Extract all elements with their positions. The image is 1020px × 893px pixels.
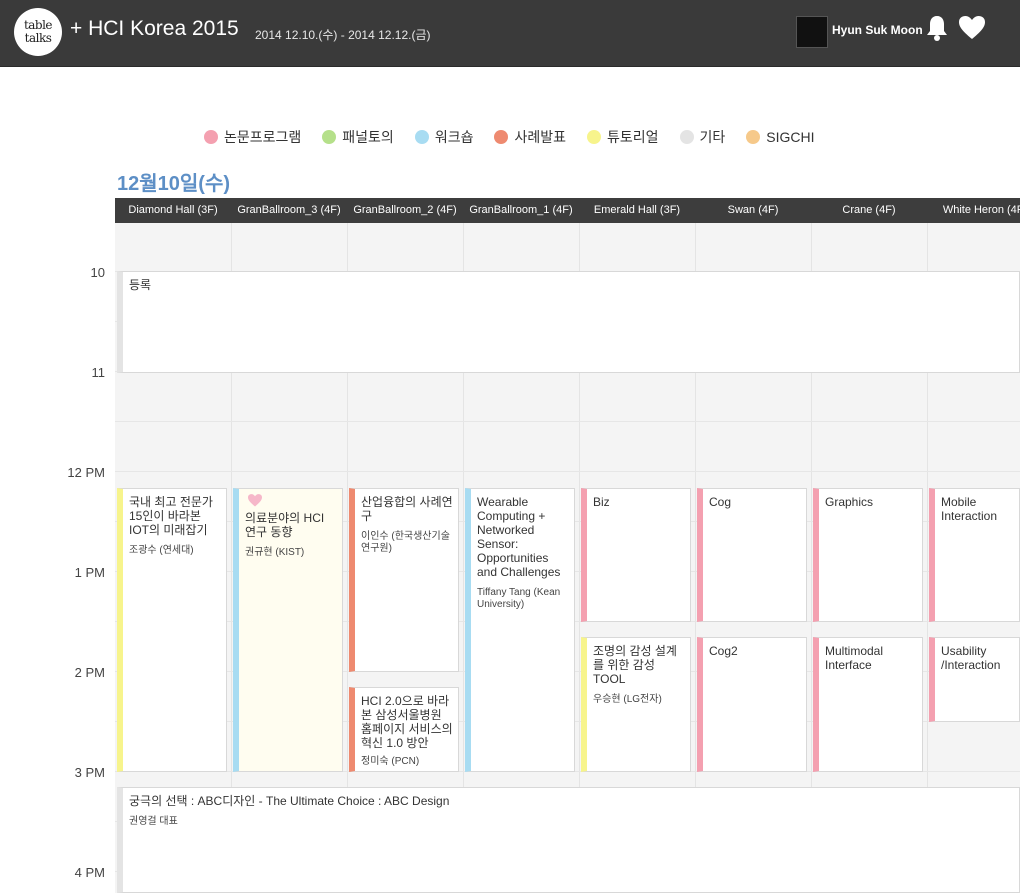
- event-samsung-hospital[interactable]: HCI 2.0으로 바라본 삼성서울병원 홈페이지 서비스의 혁신 1.0 방안…: [349, 687, 459, 772]
- avatar[interactable]: [796, 16, 828, 48]
- event-speaker: Tiffany Tang (Kean University): [477, 587, 561, 610]
- event-lighting-design[interactable]: 조명의 감성 설계를 위한 감성 TOOL 우승현 (LG전자): [581, 637, 691, 772]
- legend-item[interactable]: 사례발표: [494, 127, 566, 147]
- event-ultimate-choice-keynote[interactable]: 궁극의 선택 : ABC디자인 - The Ultimate Choice : …: [117, 787, 1020, 893]
- event-speaker: 우승현 (LG전자): [593, 694, 662, 705]
- room-column-header: Emerald Hall (3F): [593, 204, 681, 216]
- room-column-header: Swan (4F): [727, 204, 779, 216]
- event-wearable-computing[interactable]: Wearable Computing + Networked Sensor: O…: [465, 488, 575, 772]
- legend-item[interactable]: 튜토리얼: [586, 127, 659, 147]
- event-registration[interactable]: 등록: [117, 271, 1020, 373]
- event-speaker: 권규현 (KIST): [245, 547, 305, 558]
- event-biz[interactable]: Biz: [581, 488, 691, 622]
- legend-item[interactable]: 기타: [679, 127, 726, 147]
- event-title: Mobile Interaction: [941, 495, 998, 523]
- event-speaker: 이인수 (한국생산기술연구원): [361, 531, 450, 554]
- event-speaker: 권영걸 대표: [129, 816, 178, 827]
- event-title: 궁극의 선택 : ABC디자인 - The Ultimate Choice : …: [129, 794, 450, 808]
- legend-color-dot: [586, 130, 601, 144]
- username[interactable]: Hyun Suk Moon: [832, 23, 923, 37]
- app-title: + HCI Korea 2015: [70, 17, 239, 40]
- event-title: 산업융합의 사례연구: [361, 495, 453, 523]
- legend-item[interactable]: 논문프로그램: [204, 127, 301, 147]
- event-multimodal-interface[interactable]: Multimodal Interface: [813, 637, 923, 772]
- time-label: 2 PM: [74, 665, 105, 680]
- legend-color-dot: [322, 130, 337, 144]
- event-title: Wearable Computing + Networked Sensor: O…: [477, 495, 561, 579]
- room-column-header: GranBallroom_1 (4F): [469, 204, 573, 216]
- event-title: Cog: [709, 495, 732, 509]
- event-mobile-interaction[interactable]: Mobile Interaction: [929, 488, 1020, 622]
- conference-dates: 2014 12.10.(수) - 2014 12.12.(금): [255, 28, 431, 42]
- event-title: 등록: [129, 278, 152, 292]
- tabletalks-logo[interactable]: table talks: [14, 8, 62, 56]
- row-divider: [115, 421, 1020, 422]
- legend-label: 사례발표: [514, 129, 566, 145]
- event-industry-convergence[interactable]: 산업융합의 사례연구 이인수 (한국생산기술연구원): [349, 488, 459, 672]
- time-label: 1 PM: [74, 565, 105, 580]
- legend-color-dot: [414, 130, 429, 144]
- event-cog2[interactable]: Cog2: [697, 637, 807, 772]
- legend-color-dot: [494, 130, 509, 144]
- room-column-header: Crane (4F): [842, 204, 896, 216]
- favorite-heart-icon[interactable]: [247, 493, 263, 507]
- event-speaker: 정미숙 (PCN): [361, 756, 420, 767]
- bell-icon[interactable]: [924, 14, 952, 44]
- legend-label: 논문프로그램: [224, 129, 302, 145]
- event-iot-future[interactable]: 국내 최고 전문가 15인이 바라본 IOT의 미래잡기 조광수 (연세대): [117, 488, 227, 772]
- legend-label: 튜토리얼: [606, 129, 659, 145]
- event-speaker: 조광수 (연세대): [129, 545, 194, 556]
- legend-item[interactable]: 워크숍: [414, 127, 474, 147]
- logo-text-line2: talks: [24, 31, 52, 45]
- time-label: 12 PM: [67, 465, 105, 480]
- event-medical-hci[interactable]: 의료분야의 HCI 연구 동향 권규현 (KIST): [233, 488, 343, 772]
- event-usability-interaction[interactable]: Usability /Interaction: [929, 637, 1020, 722]
- event-title: HCI 2.0으로 바라본 삼성서울병원 홈페이지 서비스의 혁신 1.0 방안: [361, 694, 453, 750]
- legend-item[interactable]: 패널토의: [322, 127, 394, 147]
- event-title: 조명의 감성 설계를 위한 감성 TOOL: [593, 644, 677, 686]
- legend-label: 기타: [699, 129, 726, 145]
- heart-icon[interactable]: [958, 14, 986, 44]
- legend-color-dot: [204, 130, 218, 144]
- category-legend: 논문프로그램 패널토의 워크숍 사례발표 튜토리얼 기타 SIGCHI: [204, 127, 836, 147]
- event-title: Biz: [593, 495, 610, 509]
- legend-label: SIGCHI: [766, 129, 815, 145]
- time-label: 10: [90, 265, 105, 280]
- day-title: 12월10일(수): [117, 173, 231, 195]
- schedule-grid: 등록 국내 최고 전문가 15인이 바라본 IOT의 미래잡기 조광수 (연세대…: [115, 223, 1020, 893]
- legend-label: 패널토의: [342, 129, 394, 145]
- event-title: Usability /Interaction: [941, 644, 1001, 672]
- event-graphics[interactable]: Graphics: [813, 488, 923, 622]
- legend-color-dot: [746, 130, 761, 144]
- row-divider: [115, 471, 1020, 472]
- room-column-header: Diamond Hall (3F): [128, 204, 218, 216]
- event-cog[interactable]: Cog: [697, 488, 807, 622]
- event-title: 의료분야의 HCI 연구 동향: [245, 511, 325, 539]
- top-bar: table talks + HCI Korea 2015 2014 12.10.…: [0, 0, 1020, 67]
- event-title: 국내 최고 전문가 15인이 바라본 IOT의 미래잡기: [129, 495, 213, 537]
- legend-label: 워크숍: [434, 129, 474, 145]
- legend-item[interactable]: SIGCHI: [746, 127, 815, 147]
- room-column-header: White Heron (4F): [942, 204, 1020, 216]
- time-label: 4 PM: [74, 865, 105, 880]
- event-title: Multimodal Interface: [825, 644, 884, 672]
- room-column-header: GranBallroom_2 (4F): [353, 204, 457, 216]
- event-title: Cog2: [709, 644, 738, 658]
- event-title: Graphics: [825, 495, 874, 509]
- time-label: 3 PM: [74, 765, 105, 780]
- room-column-header: GranBallroom_3 (4F): [237, 204, 341, 216]
- time-label: 11: [91, 365, 106, 380]
- room-header: Diamond Hall (3F) GranBallroom_3 (4F) Gran…: [115, 198, 1020, 223]
- legend-color-dot: [679, 130, 694, 144]
